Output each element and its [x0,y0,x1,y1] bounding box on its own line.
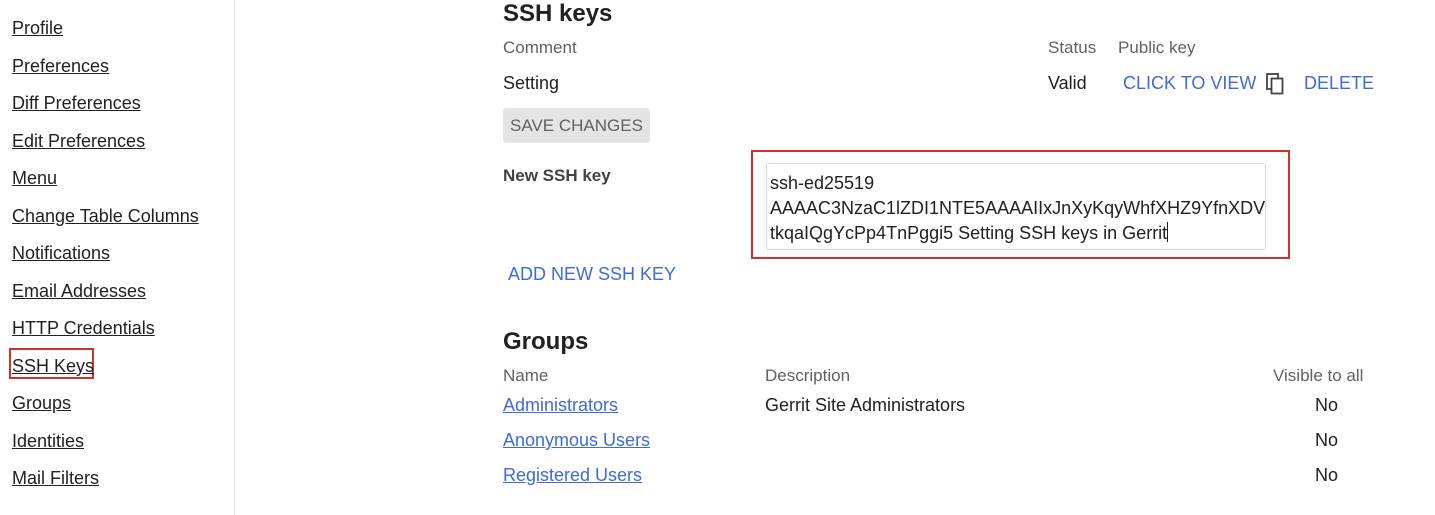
group-visible-value: No [1315,430,1339,450]
comment-column-header: Comment [503,38,577,57]
sidebar-item-ssh-keys[interactable]: SSH Keys [12,355,94,377]
sidebar-item-menu[interactable]: Menu [12,167,57,189]
ssh-keys-heading: SSH keys [503,0,613,27]
sidebar-item-email-addresses[interactable]: Email Addresses [12,280,146,302]
name-column-header: Name [503,366,549,385]
text-caret [1167,222,1169,242]
new-ssh-key-label: New SSH key [503,166,611,185]
new-ssh-key-textarea[interactable]: ssh-ed25519 AAAAC3NzaC1lZDI1NTE5AAAAIIxJ… [766,163,1266,250]
group-name-link[interactable]: Anonymous Users [503,430,650,451]
sidebar-item-change-table-columns[interactable]: Change Table Columns [12,205,199,227]
click-to-view-button[interactable]: CLICK TO VIEW [1123,73,1256,94]
public-key-column-header: Public key [1118,38,1196,57]
description-column-header: Description [765,366,851,385]
sidebar-item-profile[interactable]: Profile [12,17,63,39]
sidebar-item-http-credentials[interactable]: HTTP Credentials [12,317,155,339]
settings-sidebar: Profile Preferences Diff Preferences Edi… [0,0,235,515]
group-visible-value: No [1315,395,1339,415]
copy-icon[interactable] [1266,73,1284,95]
sidebar-item-notifications[interactable]: Notifications [12,242,110,264]
sidebar-item-edit-preferences[interactable]: Edit Preferences [12,130,145,152]
sidebar-item-preferences[interactable]: Preferences [12,55,109,77]
sidebar-item-diff-preferences[interactable]: Diff Preferences [12,92,141,114]
add-new-ssh-key-button[interactable]: ADD NEW SSH KEY [508,264,676,285]
groups-heading: Groups [503,328,589,355]
sidebar-item-mail-filters[interactable]: Mail Filters [12,467,99,489]
new-ssh-key-value: ssh-ed25519 AAAAC3NzaC1lZDI1NTE5AAAAIIxJ… [770,173,1266,243]
sidebar-item-groups[interactable]: Groups [12,392,71,414]
sidebar-item-identities[interactable]: Identities [12,430,84,452]
group-name-link[interactable]: Registered Users [503,465,642,486]
group-visible-value: No [1315,465,1339,485]
status-column-header: Status [1048,38,1097,57]
save-changes-button[interactable]: SAVE CHANGES [503,108,650,143]
delete-button[interactable]: DELETE [1304,73,1374,94]
ssh-key-status: Valid [1048,73,1087,93]
visible-to-all-column-header: Visible to all [1273,366,1364,385]
group-description: Gerrit Site Administrators [765,395,966,415]
group-name-link[interactable]: Administrators [503,395,618,416]
ssh-key-comment: Setting [503,73,560,93]
